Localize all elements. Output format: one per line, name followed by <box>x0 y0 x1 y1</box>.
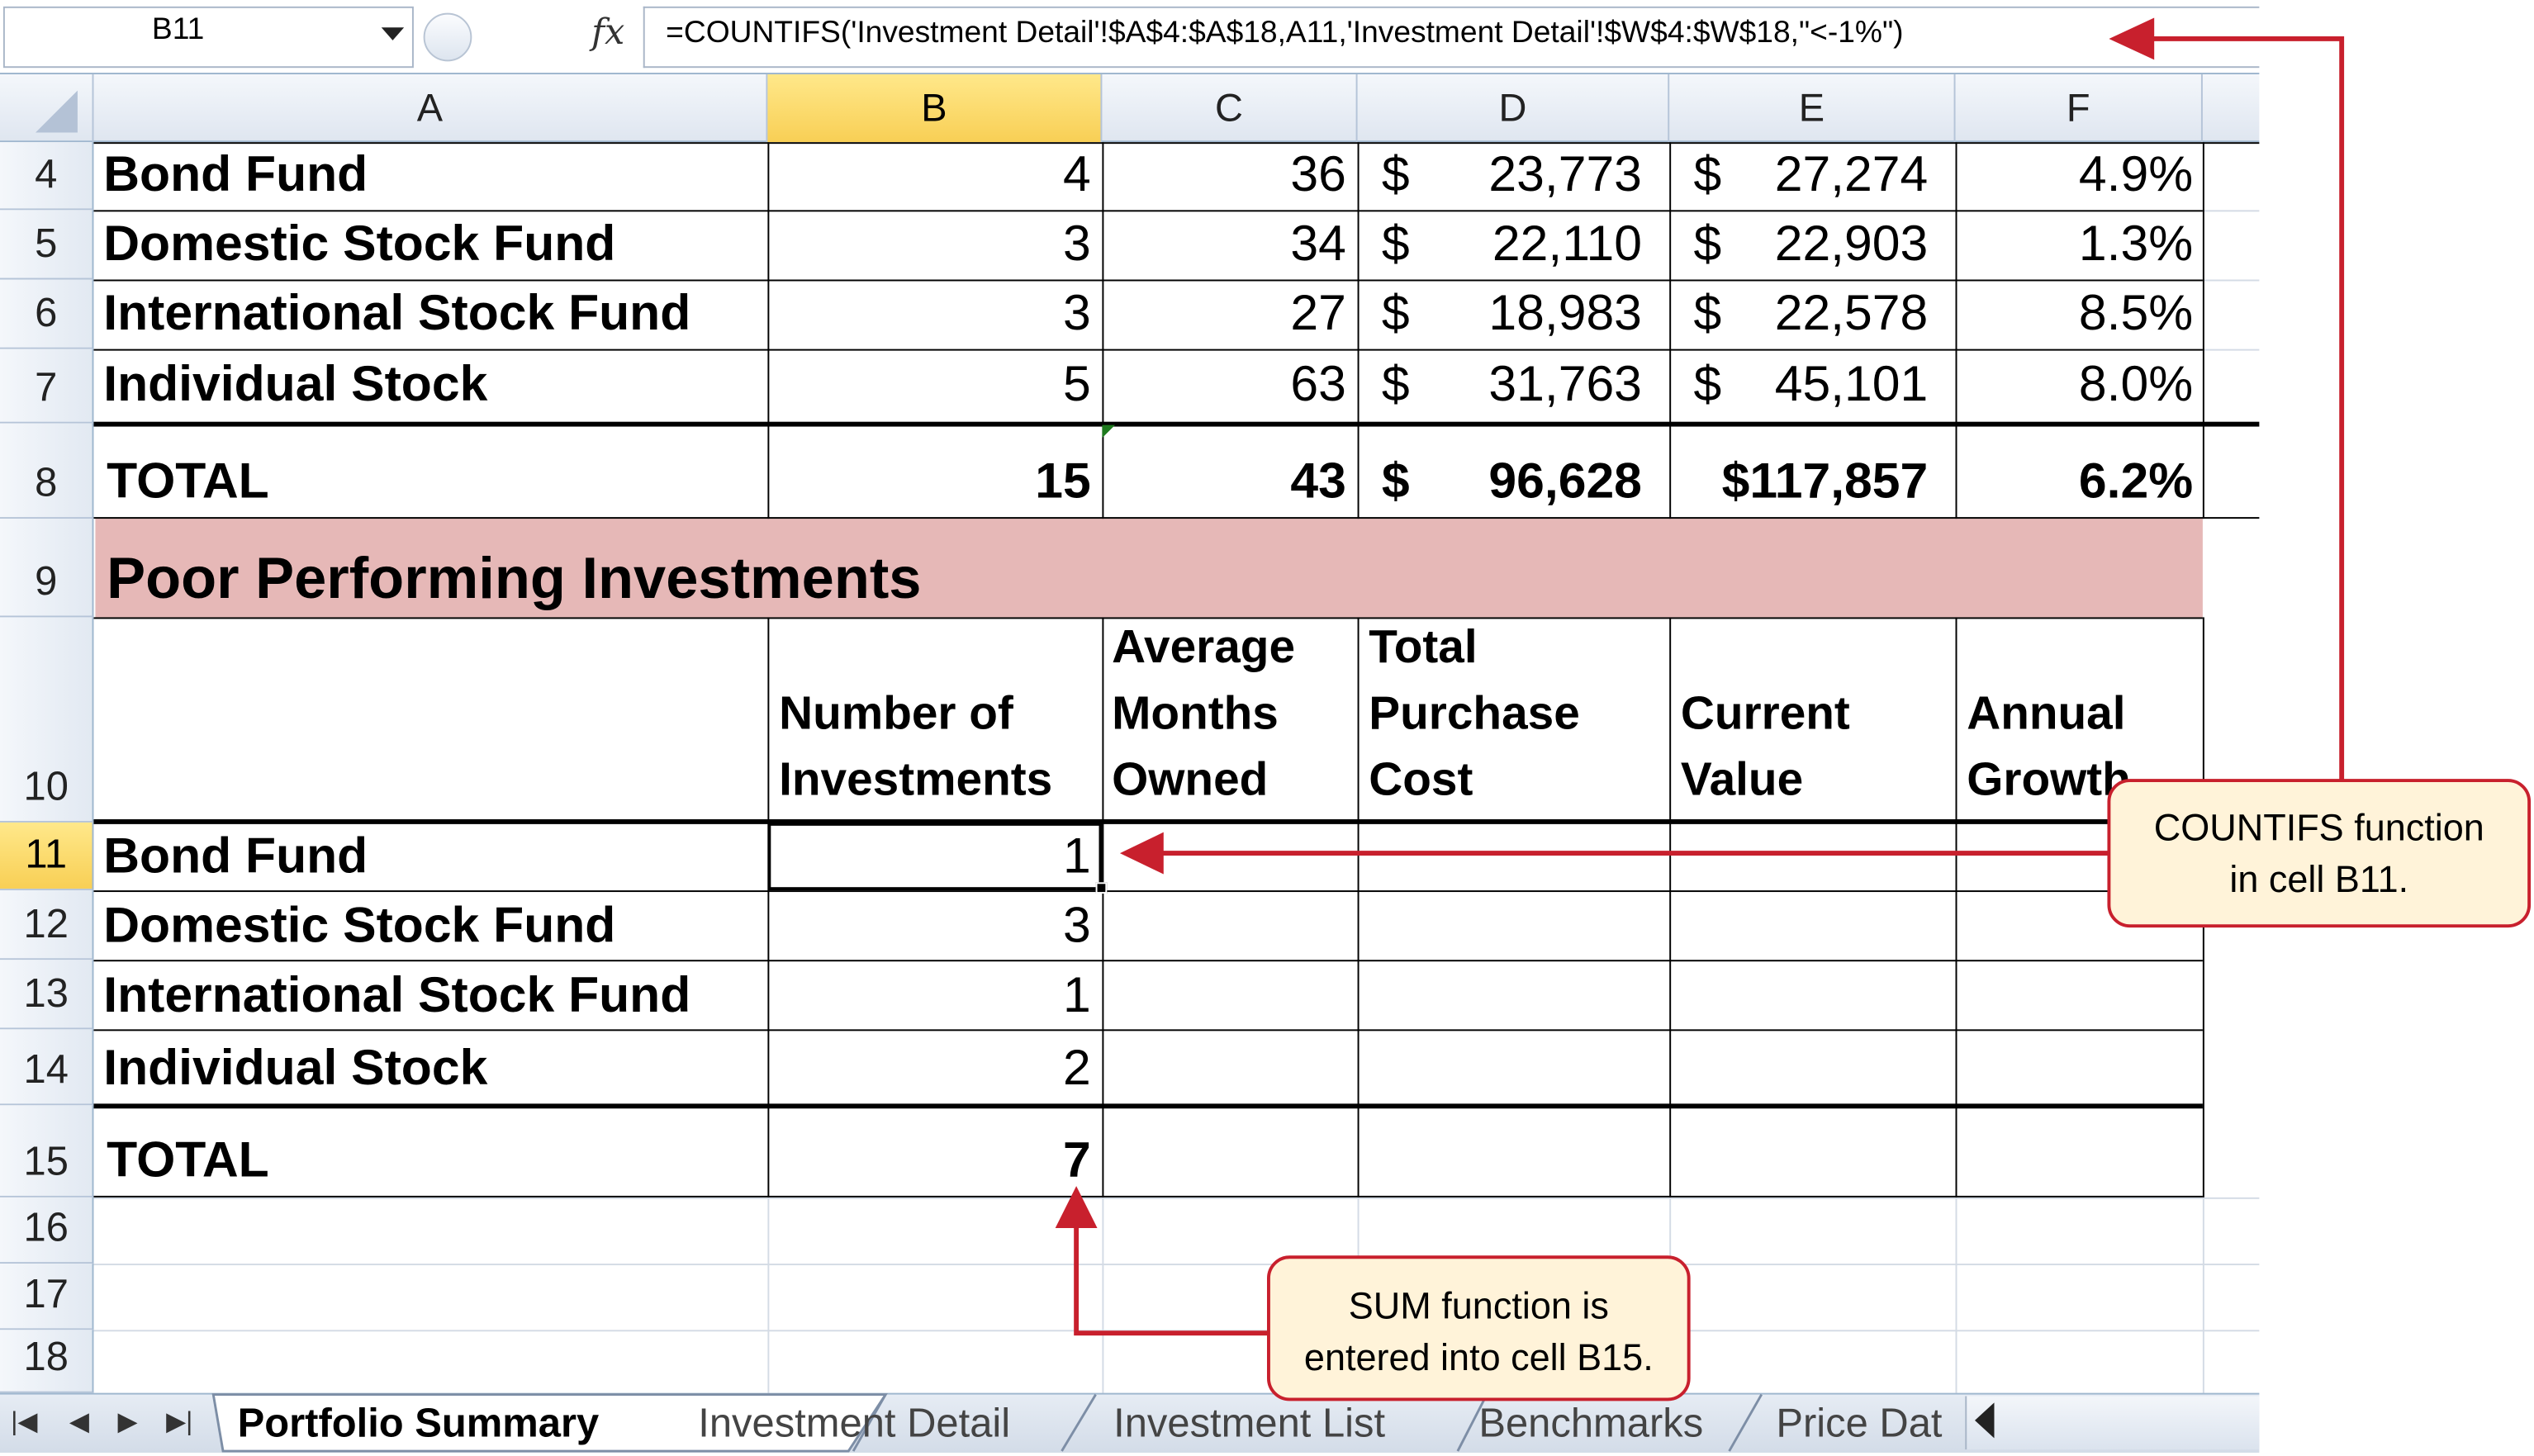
annotation-arrows <box>1055 17 2345 1336</box>
formula-arrow-line <box>2152 36 2345 781</box>
callout-sum: SUM function is entered into cell B15. <box>1267 1255 1691 1401</box>
sum-arrow-line <box>1074 1228 1269 1336</box>
arrowhead-to-b15-icon <box>1055 1186 1098 1229</box>
callout-countifs: COUNTIFS function in cell B11. <box>2107 779 2532 928</box>
arrowhead-to-formula-icon <box>2109 17 2155 60</box>
arrowhead-to-b11-icon <box>1119 832 1164 875</box>
